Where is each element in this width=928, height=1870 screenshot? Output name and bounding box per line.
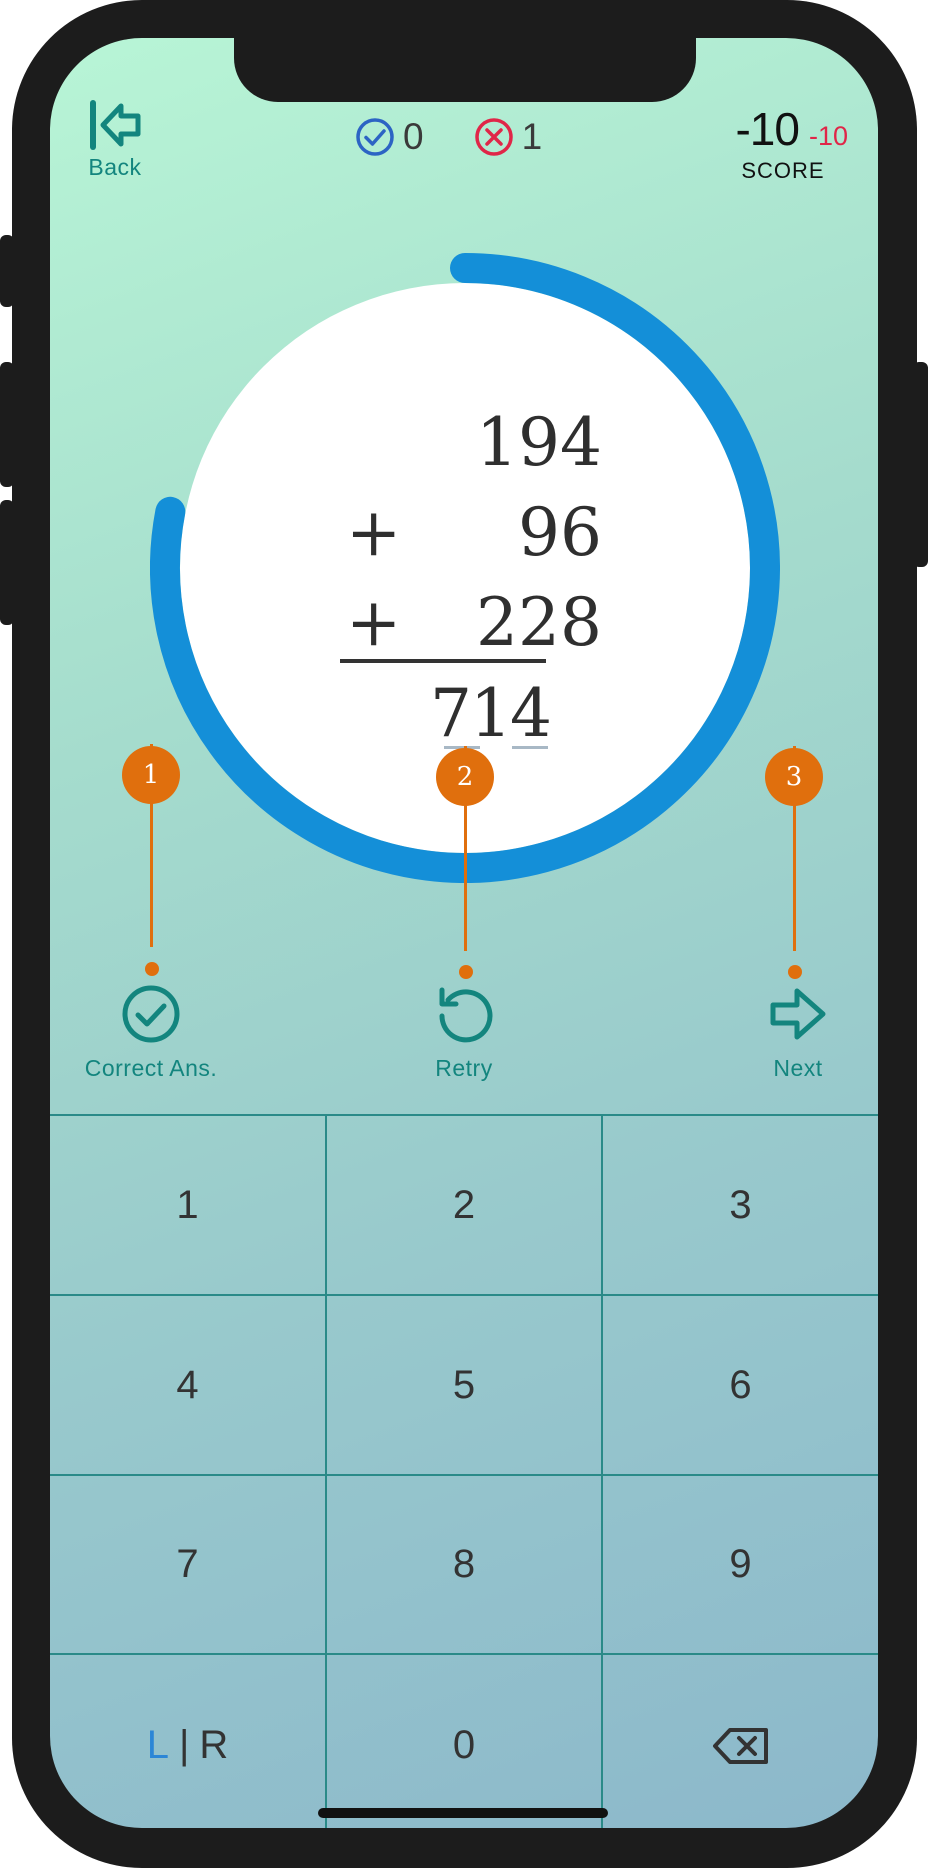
arrow-right-icon [770,988,826,1040]
notch [234,38,696,102]
score-display: -10 -10 SCORE [688,102,848,184]
retry-label: Retry [435,1055,493,1081]
check-circle-icon [356,118,394,156]
answer-underline-ones [512,746,548,749]
volume-up-button [0,362,14,487]
key-5[interactable]: 5 [327,1296,601,1474]
callout-dot [788,965,802,979]
power-button [913,362,928,567]
number-keypad: 1 2 3 4 5 6 7 8 9 L | R 0 [50,1114,878,1828]
operand-1: 194 [476,404,602,481]
key-1[interactable]: 1 [50,1116,325,1294]
answer-counters: 0 1 [355,112,542,162]
direction-toggle-key[interactable]: L | R [50,1655,325,1828]
direction-right-label: R [199,1723,229,1767]
back-label: Back [88,154,142,180]
key-9[interactable]: 9 [603,1476,878,1653]
answer-digit-hundreds[interactable]: 7 [430,681,472,747]
direction-left-label: L [146,1723,169,1767]
callout-badge: 1 [122,746,180,804]
key-2[interactable]: 2 [327,1116,601,1294]
key-3[interactable]: 3 [603,1116,878,1294]
callout-badge: 2 [436,748,494,806]
next-button[interactable]: Next [750,983,846,1082]
volume-down-button [0,500,14,625]
operand-2: 96 [518,494,602,571]
sum-rule [340,659,546,663]
callout-badge: 3 [765,748,823,806]
wrong-counter: 1 [474,116,543,158]
correct-counter: 0 [355,116,424,158]
check-circle-icon [122,985,180,1043]
backspace-icon [712,1727,768,1764]
key-8[interactable]: 8 [327,1476,601,1653]
correct-answer-button[interactable]: Correct Ans. [70,983,232,1082]
home-indicator [318,1808,608,1818]
correct-count: 0 [403,116,424,157]
operator-2: + [346,584,402,661]
back-button[interactable]: Back [80,100,150,181]
key-6[interactable]: 6 [603,1296,878,1474]
callout-dot [459,965,473,979]
score-delta: -10 [808,121,848,151]
key-0[interactable]: 0 [327,1655,601,1828]
key-7[interactable]: 7 [50,1476,325,1653]
callout-dot [145,962,159,976]
score-label: SCORE [741,158,825,183]
direction-separator: | [178,1723,190,1767]
score-value: -10 [735,103,799,155]
correct-answer-label: Correct Ans. [84,1055,218,1081]
back-arrow-icon [90,100,141,150]
app-screen: Back 0 1 -10 -10 SCORE 194 + 96 + 228 7 … [50,38,878,1828]
key-4[interactable]: 4 [50,1296,325,1474]
retry-button[interactable]: Retry [404,983,524,1082]
retry-icon [439,987,493,1043]
operand-3: 228 [476,584,602,661]
operator-1: + [346,494,402,571]
next-label: Next [773,1055,823,1081]
backspace-key[interactable] [603,1655,878,1828]
x-circle-icon [474,118,513,156]
answer-digit-ones[interactable]: 4 [510,681,552,747]
answer-digit-tens[interactable]: 1 [470,681,512,747]
mute-switch [0,235,14,307]
wrong-count: 1 [521,116,543,157]
